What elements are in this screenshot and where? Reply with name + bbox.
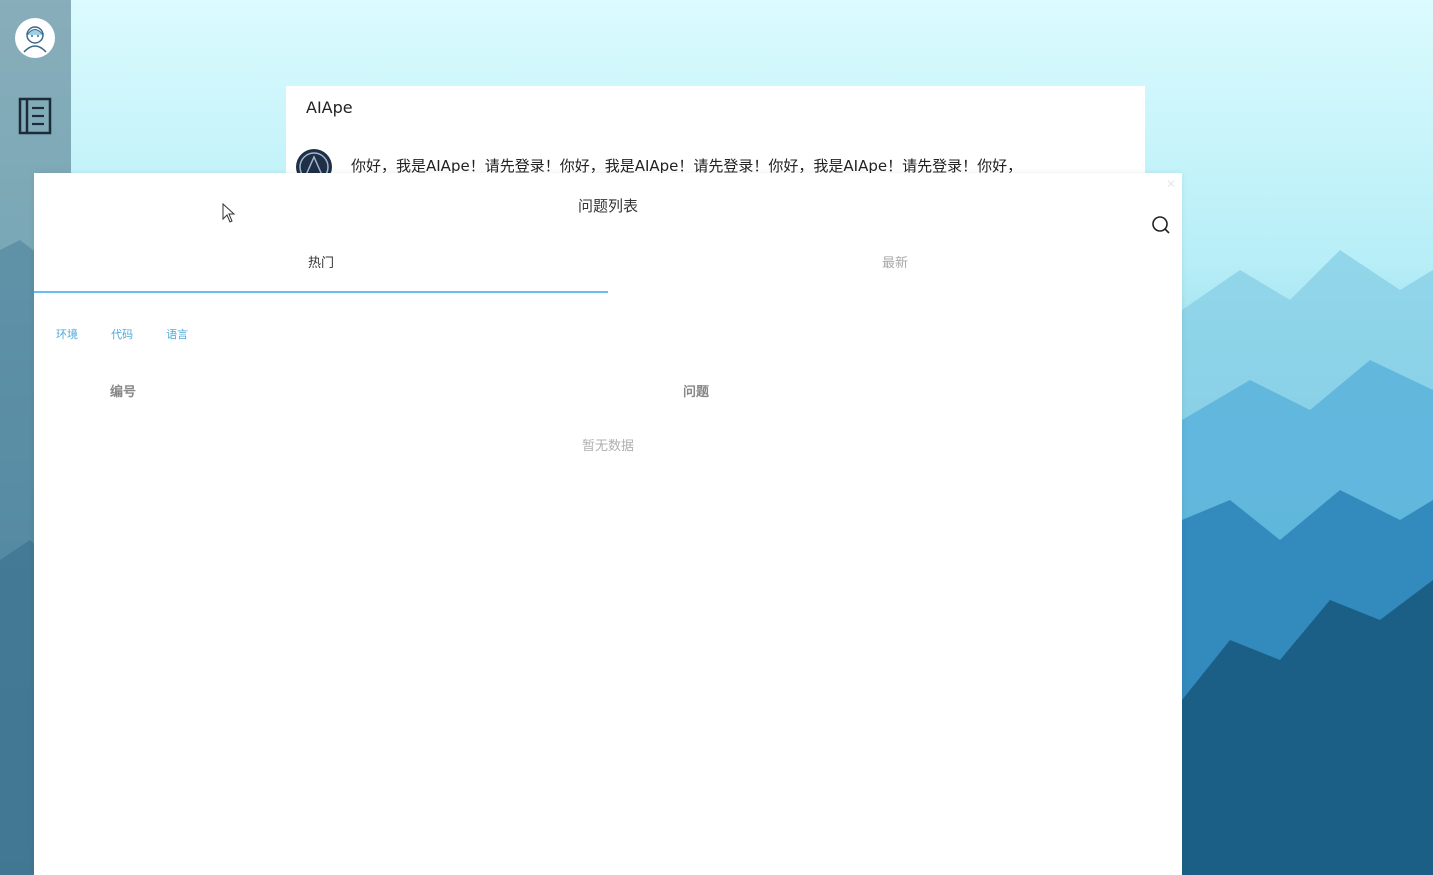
column-header-question: 问题 [683, 385, 710, 400]
filter-code[interactable]: 代码 [111, 326, 133, 342]
chat-title: AIApe [306, 98, 353, 117]
column-header-id: 编号 [110, 385, 137, 400]
chat-panel: AIApe 你好，我是AIApe！请先登录！你好，我是AIApe！请先登录！你好… [286, 86, 1145, 186]
mouse-cursor-icon [222, 203, 236, 223]
empty-state: 暂无数据 [581, 439, 634, 454]
filter-tags: 环境 代码 语言 [56, 323, 216, 342]
book-icon[interactable] [18, 97, 52, 135]
search-icon[interactable] [1151, 215, 1171, 235]
close-icon[interactable]: ✕ [1166, 177, 1176, 191]
filter-environment[interactable]: 环境 [56, 326, 78, 342]
user-avatar[interactable] [15, 18, 55, 58]
tab-hot[interactable]: 热门 [34, 253, 608, 293]
user-avatar-icon [23, 26, 47, 53]
filter-language[interactable]: 语言 [166, 326, 188, 342]
tab-bar: 热门 最新 [34, 253, 1182, 293]
tab-latest[interactable]: 最新 [608, 253, 1182, 293]
question-list-dialog: ✕ 问题列表 热门 最新 环境 代码 语言 编号 问题 暂无数据 [34, 173, 1182, 875]
dialog-title: 问题列表 [577, 197, 638, 215]
